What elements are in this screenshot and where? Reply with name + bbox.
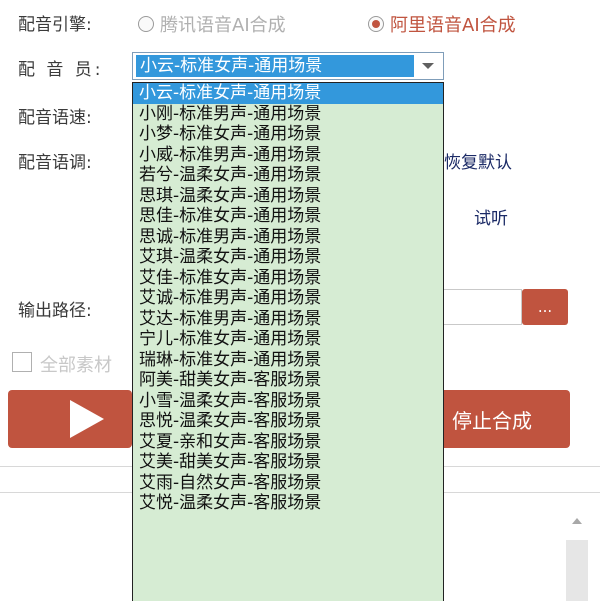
start-synthesis-button[interactable]	[8, 390, 132, 448]
voice-select-value: 小云-标准女声-通用场景	[136, 55, 414, 77]
voice-option[interactable]: 小云-标准女声-通用场景	[133, 83, 443, 104]
voice-select[interactable]: 小云-标准女声-通用场景	[132, 52, 444, 80]
voice-option[interactable]: 阿美-甜美女声-客服场景	[133, 370, 443, 391]
voice-option[interactable]: 思诚-标准男声-通用场景	[133, 227, 443, 248]
scroll-up-icon[interactable]	[572, 518, 582, 524]
voice-option[interactable]: 宁儿-标准女声-通用场景	[133, 329, 443, 350]
stop-synthesis-button[interactable]: 停止合成	[444, 390, 570, 448]
divider	[0, 492, 132, 493]
voice-option[interactable]: 思悦-温柔女声-客服场景	[133, 411, 443, 432]
voice-option[interactable]: 艾美-甜美女声-客服场景	[133, 452, 443, 473]
voice-option[interactable]: 小刚-标准男声-通用场景	[133, 104, 443, 125]
voice-option[interactable]: 思琪-温柔女声-通用场景	[133, 186, 443, 207]
voice-option[interactable]: 小雪-温柔女声-客服场景	[133, 391, 443, 412]
voice-label: 配 音 员:	[18, 60, 104, 80]
pitch-label: 配音语调:	[18, 153, 92, 173]
voice-dropdown-list[interactable]: 小云-标准女声-通用场景 小刚-标准男声-通用场景 小梦-标准女声-通用场景 小威-标…	[132, 82, 444, 601]
all-material-label: 全部素材	[40, 355, 112, 376]
engine-option-tencent[interactable]: 腾讯语音AI合成	[138, 11, 286, 37]
restore-default-button[interactable]: 恢复默认	[444, 148, 512, 173]
engine-option-label: 腾讯语音AI合成	[160, 15, 286, 36]
voice-option[interactable]: 艾悦-温柔女声-客服场景	[133, 493, 443, 514]
preview-button[interactable]: 试听	[474, 204, 508, 229]
voice-option[interactable]: 艾诚-标准男声-通用场景	[133, 288, 443, 309]
divider	[0, 466, 132, 467]
engine-option-label: 阿里语音AI合成	[390, 15, 516, 36]
engine-label: 配音引擎:	[18, 15, 92, 35]
output-path-label: 输出路径:	[18, 301, 92, 321]
voice-option[interactable]: 艾雨-自然女声-客服场景	[133, 473, 443, 494]
speed-label: 配音语速:	[18, 108, 92, 128]
voice-option[interactable]: 小梦-标准女声-通用场景	[133, 124, 443, 145]
engine-option-aliyun[interactable]: 阿里语音AI合成	[368, 11, 516, 37]
output-path-input[interactable]	[444, 289, 522, 325]
radio-icon[interactable]	[138, 16, 154, 32]
radio-checked-icon[interactable]	[368, 16, 384, 32]
voice-option[interactable]: 艾佳-标准女声-通用场景	[133, 268, 443, 289]
voice-option[interactable]: 若兮-温柔女声-通用场景	[133, 165, 443, 186]
play-icon	[70, 400, 104, 438]
voice-option[interactable]: 艾琪-温柔女声-通用场景	[133, 247, 443, 268]
voice-option[interactable]: 小威-标准男声-通用场景	[133, 145, 443, 166]
chevron-down-icon[interactable]	[417, 57, 439, 75]
voice-option[interactable]: 思佳-标准女声-通用场景	[133, 206, 443, 227]
voice-option[interactable]: 瑞琳-标准女声-通用场景	[133, 350, 443, 371]
voice-option[interactable]: 艾达-标准男声-通用场景	[133, 309, 443, 330]
scrollbar-thumb[interactable]	[566, 540, 588, 601]
browse-button[interactable]: ...	[522, 289, 568, 325]
divider	[444, 466, 600, 467]
voice-option[interactable]: 艾夏-亲和女声-客服场景	[133, 432, 443, 453]
all-material-checkbox[interactable]	[12, 352, 32, 372]
divider	[444, 492, 600, 493]
